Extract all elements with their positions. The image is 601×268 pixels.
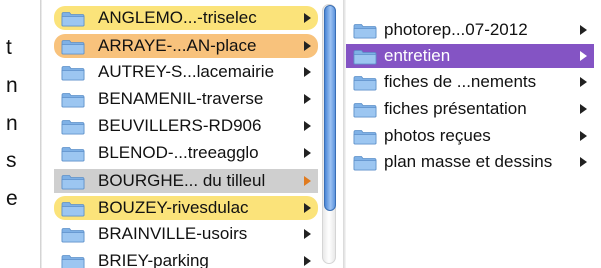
folder-row[interactable]: BEUVILLERS-RD906	[54, 114, 318, 138]
chevron-right-icon	[304, 176, 311, 186]
clipped-text: e	[6, 187, 18, 210]
scrollbar-thumb[interactable]	[324, 5, 336, 211]
folder-name: photorep...07-2012	[384, 20, 528, 39]
folder-icon	[61, 146, 85, 162]
folder-name: ARRAYE-...AN-place	[98, 36, 257, 55]
chevron-right-icon	[304, 229, 311, 239]
chevron-right-icon	[304, 67, 311, 77]
folder-name: plan masse et dessins	[384, 152, 553, 171]
chevron-right-icon	[304, 121, 311, 131]
folder-name: BENAMENIL-traverse	[98, 89, 264, 108]
folder-icon	[61, 92, 85, 108]
folder-icon	[353, 75, 377, 91]
folder-row[interactable]: AUTREY-S...lacemairie	[54, 60, 318, 84]
clipped-previous-column: t n n s e	[0, 0, 42, 268]
folder-column-1: ANGLEMO...-triselec ARRAYE-...AN-place AUT…	[42, 0, 334, 268]
chevron-right-icon	[304, 203, 311, 213]
folder-row[interactable]: BRIEY-parking	[54, 249, 318, 268]
folder-row[interactable]: photos reçues	[346, 124, 594, 148]
folder-row[interactable]: BENAMENIL-traverse	[54, 87, 318, 111]
folder-name: entretien	[384, 46, 451, 65]
chevron-right-icon	[304, 13, 311, 23]
clipped-text: n	[6, 74, 18, 97]
folder-name: BOURGHE... du tilleul	[98, 171, 266, 190]
chevron-right-icon	[304, 148, 311, 158]
folder-icon	[61, 11, 85, 27]
folder-name: BRIEY-parking	[98, 251, 209, 268]
chevron-right-icon	[580, 104, 587, 114]
chevron-right-icon	[580, 131, 587, 141]
chevron-right-icon	[580, 25, 587, 35]
folder-row[interactable]: fiches présentation	[346, 97, 594, 121]
folder-row[interactable]: photorep...07-2012	[346, 18, 594, 42]
folder-icon	[61, 119, 85, 135]
folder-row[interactable]: BRAINVILLE-usoirs	[54, 222, 318, 246]
folder-row[interactable]: entretien	[346, 44, 594, 68]
folder-icon	[353, 23, 377, 39]
vertical-scrollbar[interactable]	[322, 4, 336, 264]
folder-row[interactable]: BOUZEY-rivesdulac	[54, 196, 318, 220]
folder-icon	[353, 129, 377, 145]
folder-name: BLENOD-...treeagglo	[98, 143, 259, 162]
folder-name: AUTREY-S...lacemairie	[98, 62, 275, 81]
folder-name: BEUVILLERS-RD906	[98, 116, 262, 135]
folder-row[interactable]: ARRAYE-...AN-place	[54, 34, 318, 58]
folder-name: photos reçues	[384, 126, 491, 145]
clipped-text: s	[6, 149, 17, 172]
folder-row[interactable]: BLENOD-...treeagglo	[54, 141, 318, 165]
folder-row[interactable]: BOURGHE... du tilleul	[54, 169, 318, 193]
folder-column-2: photorep...07-2012 entretien fiches de ...…	[346, 0, 601, 268]
folder-name: BRAINVILLE-usoirs	[98, 224, 248, 243]
folder-name: fiches de ...nements	[384, 72, 537, 91]
folder-icon	[61, 174, 85, 190]
folder-name: BOUZEY-rivesdulac	[98, 198, 249, 217]
folder-icon	[61, 39, 85, 55]
chevron-right-icon	[304, 41, 311, 51]
clipped-text: n	[6, 112, 18, 135]
folder-row[interactable]: ANGLEMO...-triselec	[54, 6, 318, 30]
clipped-text: t	[6, 36, 12, 59]
folder-name: ANGLEMO...-triselec	[98, 8, 257, 27]
folder-name: fiches présentation	[384, 99, 527, 118]
folder-icon	[353, 49, 377, 65]
folder-row[interactable]: fiches de ...nements	[346, 70, 594, 94]
chevron-right-icon	[304, 94, 311, 104]
chevron-right-icon	[580, 157, 587, 167]
folder-row[interactable]: plan masse et dessins	[346, 150, 594, 174]
chevron-right-icon	[580, 77, 587, 87]
chevron-right-icon	[580, 51, 587, 61]
chevron-right-icon	[304, 256, 311, 266]
folder-icon	[61, 254, 85, 268]
folder-icon	[61, 65, 85, 81]
folder-icon	[353, 102, 377, 118]
folder-icon	[61, 201, 85, 217]
folder-icon	[353, 155, 377, 171]
folder-icon	[61, 227, 85, 243]
